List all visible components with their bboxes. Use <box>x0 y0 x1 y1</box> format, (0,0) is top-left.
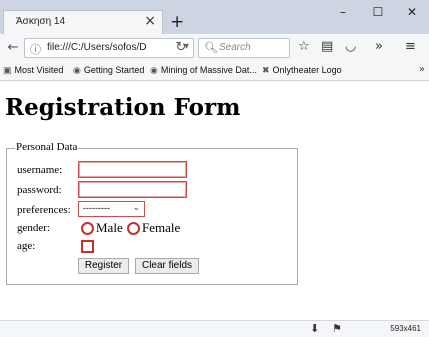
fieldset-legend: Personal Data <box>15 141 79 153</box>
preferences-value: --------- <box>83 203 110 213</box>
download-icon[interactable]: ⬇ <box>310 322 319 335</box>
globe-icon: ◉ <box>150 65 158 75</box>
search-input[interactable]: 🔍︎ Search <box>198 38 290 58</box>
close-tab-icon[interactable]: × <box>144 13 156 29</box>
page-title: Registration Form <box>5 94 241 121</box>
age-checkbox[interactable] <box>81 240 94 253</box>
personal-data-fieldset: Personal Data username: password: prefer… <box>6 141 298 285</box>
bookmark-label: Most Visited <box>14 65 64 75</box>
window-size-indicator: 593x461 <box>390 324 421 333</box>
bookmark-label: Getting Started <box>83 65 145 75</box>
status-bar: ⬇ ⚑ 593x461 <box>0 320 429 337</box>
username-field[interactable] <box>78 161 187 178</box>
bookmark-folder-icon: ▣ <box>3 65 12 75</box>
minimize-icon[interactable]: – <box>333 4 353 20</box>
pocket-icon[interactable]: ◡ <box>345 40 356 54</box>
age-label: age: <box>17 240 36 252</box>
close-window-icon[interactable]: ✕ <box>402 4 422 20</box>
register-button[interactable]: Register <box>78 258 129 274</box>
overflow-icon[interactable]: » <box>375 40 383 54</box>
password-label: password: <box>17 184 62 196</box>
gender-female-radio[interactable] <box>127 222 140 235</box>
gender-male-label: Male <box>96 220 123 235</box>
maximize-icon[interactable]: ☐ <box>368 4 388 20</box>
gender-label: gender: <box>17 222 50 234</box>
url-bar[interactable]: ⓘ file:///C:/Users/sofos/D ▾ <box>24 38 194 58</box>
back-icon[interactable]: ← <box>6 39 20 57</box>
clear-fields-button[interactable]: Clear fields <box>135 258 199 274</box>
url-text: file:///C:/Users/sofos/D <box>47 42 147 53</box>
language-icon[interactable]: ⚑ <box>332 322 342 335</box>
menu-icon[interactable]: ≡ <box>405 40 416 54</box>
navigation-toolbar: ← ⓘ file:///C:/Users/sofos/D ▾ ↻ 🔍︎ Sear… <box>0 34 429 62</box>
bookmarks-toolbar: ▣ Most Visited ◉ Getting Started ◉ Mining o… <box>0 62 429 81</box>
preferences-select[interactable]: --------- ⌄ <box>78 201 145 217</box>
bookmarks-overflow-icon[interactable]: » <box>419 64 425 75</box>
bookmark-label: Onlytheater Logo <box>272 65 342 75</box>
search-placeholder: Search <box>219 42 251 53</box>
info-icon[interactable]: ⓘ <box>30 41 41 57</box>
reload-icon[interactable]: ↻ <box>174 39 188 57</box>
star-icon[interactable]: ☆ <box>298 40 310 54</box>
bookmark-most-visited[interactable]: ▣ Most Visited <box>3 65 63 76</box>
bookmark-onlytheater[interactable]: ✖ Onlytheater Logo <box>262 65 342 76</box>
tab-title: Άσκηση 14 <box>16 16 66 27</box>
chevron-down-icon: ⌄ <box>132 203 140 213</box>
firefox-icon: ◉ <box>73 65 81 75</box>
gender-male-radio[interactable] <box>81 222 94 235</box>
tab-strip: Άσκηση 14 × + – ☐ ✕ <box>0 0 429 34</box>
password-field[interactable] <box>78 181 187 198</box>
new-tab-icon[interactable]: + <box>170 13 184 31</box>
search-icon: 🔍︎ <box>204 41 218 54</box>
browser-tab[interactable]: Άσκηση 14 × <box>3 10 163 34</box>
preferences-label: preferences: <box>17 204 71 216</box>
theater-icon: ✖ <box>262 65 270 75</box>
gender-female-label: Female <box>142 220 181 235</box>
bookmark-getting-started[interactable]: ◉ Getting Started <box>73 65 144 76</box>
library-icon[interactable]: ▤ <box>321 40 333 54</box>
bookmark-label: Mining of Massive Dat... <box>160 65 257 75</box>
username-label: username: <box>17 164 63 176</box>
bookmark-mining[interactable]: ◉ Mining of Massive Dat... <box>150 65 257 76</box>
